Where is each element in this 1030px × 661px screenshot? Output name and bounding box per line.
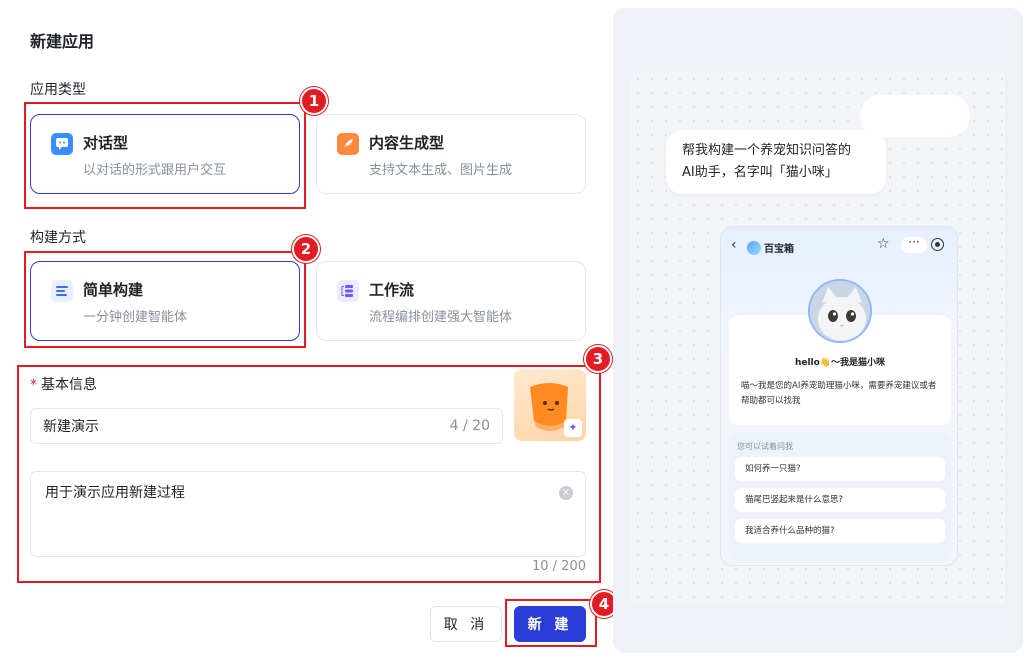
phone-preview: ‹ 百宝箱 ☆ ··· hello👋～我是猫小咪 喵～我是您的AI养宠助理猫小咪… bbox=[720, 226, 958, 566]
user-prompt-bubble: 帮我构建一个养宠知识问答的 AI助手，名字叫「猫小咪」 bbox=[666, 130, 886, 194]
phone-header: ‹ 百宝箱 ☆ ··· bbox=[721, 227, 957, 267]
step-badge-1: 1 bbox=[300, 87, 328, 115]
workflow-icon bbox=[337, 280, 359, 302]
more-icon: ··· bbox=[901, 236, 927, 253]
phone-app-name: 百宝箱 bbox=[764, 244, 794, 255]
question-item: 猫尾巴竖起来是什么意思? bbox=[735, 488, 945, 512]
app-type-label: 应用类型 bbox=[30, 82, 86, 98]
basic-info-label: * 基本信息 bbox=[30, 374, 97, 394]
app-type-card-chat[interactable]: 对话型 以对话的形式跟用户交互 bbox=[30, 114, 300, 194]
step-badge-3: 3 bbox=[584, 345, 612, 373]
user-prompt-line-2: AI助手，名字叫「猫小咪」 bbox=[682, 165, 838, 180]
app-type-card-content[interactable]: 内容生成型 支持文本生成、图片生成 bbox=[316, 114, 586, 194]
preview-panel: 帮我构建一个养宠知识问答的 AI助手，名字叫「猫小咪」 ‹ 百宝箱 ☆ ··· … bbox=[613, 8, 1023, 653]
app-description-textarea[interactable]: 用于演示应用新建过程 × bbox=[30, 471, 586, 557]
question-item: 如何养一只猫? bbox=[735, 457, 945, 481]
app-type-chat-title: 对话型 bbox=[83, 134, 129, 152]
app-avatar-upload[interactable]: ✦ bbox=[514, 369, 586, 441]
ghost-bubble bbox=[861, 95, 969, 137]
clear-icon[interactable]: × bbox=[559, 486, 573, 500]
cancel-button[interactable]: 取 消 bbox=[430, 606, 502, 642]
app-logo-icon bbox=[747, 241, 761, 255]
create-button[interactable]: 新 建 bbox=[514, 606, 586, 642]
feather-pen-icon bbox=[337, 133, 359, 155]
app-description-value: 用于演示应用新建过程 bbox=[45, 485, 185, 501]
record-icon bbox=[931, 238, 944, 251]
app-name-input[interactable]: 新建演示 4 / 20 bbox=[30, 408, 503, 444]
cat-avatar bbox=[808, 279, 872, 343]
star-icon: ☆ bbox=[877, 236, 890, 252]
back-icon: ‹ bbox=[731, 237, 737, 253]
intro-hello: hello👋～我是猫小咪 bbox=[794, 358, 886, 368]
question-item: 我适合养什么品种的猫? bbox=[735, 519, 945, 543]
step-badge-2: 2 bbox=[292, 235, 320, 263]
build-simple-title: 简单构建 bbox=[83, 281, 144, 299]
ai-sparkle-icon[interactable]: ✦ bbox=[564, 419, 582, 437]
dialog-title: 新建应用 bbox=[30, 32, 95, 51]
user-prompt-line-1: 帮我构建一个养宠知识问答的 bbox=[682, 143, 852, 158]
basic-info-label-text: 基本信息 bbox=[41, 377, 97, 393]
intro-text: 喵～我是您的AI养宠助理猫小咪，需要养宠建议或者帮助都可以找我 bbox=[741, 381, 937, 406]
build-method-label: 构建方式 bbox=[30, 230, 86, 246]
build-simple-desc: 一分钟创建智能体 bbox=[83, 310, 188, 325]
build-method-card-simple[interactable]: 简单构建 一分钟创建智能体 bbox=[30, 261, 300, 341]
app-name-value: 新建演示 bbox=[43, 419, 99, 435]
build-workflow-desc: 流程编排创建强大智能体 bbox=[369, 310, 513, 325]
chat-bubble-icon bbox=[51, 133, 73, 155]
app-description-count: 10 / 200 bbox=[532, 559, 586, 574]
list-lines-icon bbox=[51, 280, 73, 302]
app-type-content-desc: 支持文本生成、图片生成 bbox=[369, 163, 513, 178]
app-name-count: 4 / 20 bbox=[449, 418, 490, 434]
app-type-chat-desc: 以对话的形式跟用户交互 bbox=[83, 163, 227, 178]
suggested-questions: 您可以试着问我 如何养一只猫? 猫尾巴竖起来是什么意思? 我适合养什么品种的猫? bbox=[729, 433, 951, 563]
questions-title: 您可以试着问我 bbox=[737, 442, 793, 451]
build-method-card-workflow[interactable]: 工作流 流程编排创建强大智能体 bbox=[316, 261, 586, 341]
required-mark: * bbox=[30, 377, 37, 393]
app-type-content-title: 内容生成型 bbox=[369, 134, 445, 152]
build-workflow-title: 工作流 bbox=[369, 281, 415, 299]
